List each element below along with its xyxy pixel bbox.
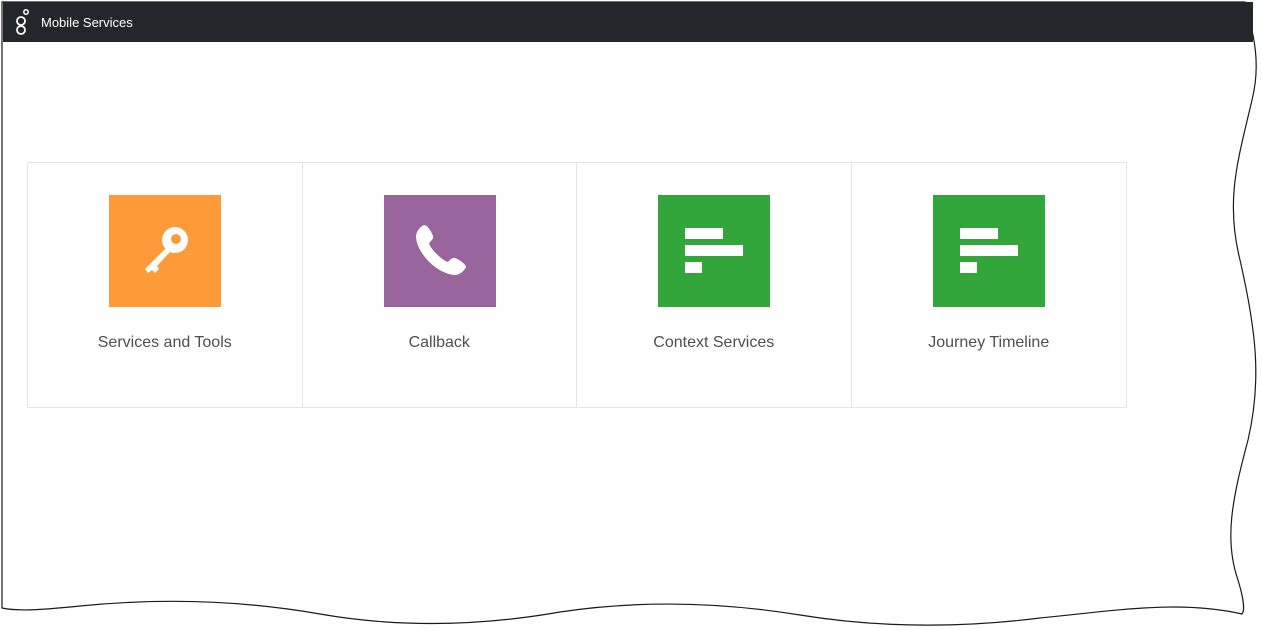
- tile-icon-box: [109, 195, 221, 307]
- top-bar: Mobile Services: [3, 2, 1253, 42]
- tile-label: Context Services: [653, 334, 775, 351]
- tile-context-services[interactable]: Context Services: [577, 163, 852, 407]
- bars-icon: [959, 228, 1018, 273]
- tile-callback[interactable]: Callback: [303, 163, 577, 407]
- tile-label: Callback: [408, 334, 470, 351]
- key-icon: [145, 227, 188, 273]
- tile-label: Services and Tools: [97, 334, 232, 351]
- service-tiles: Services and Tools Callback Context Serv…: [27, 162, 1127, 408]
- app-title: Mobile Services: [41, 14, 133, 30]
- tile-icon-box: [658, 195, 770, 307]
- tile-icon-box: [932, 195, 1045, 307]
- page-frame: Mobile Services Services and Tools Callb…: [0, 0, 1262, 630]
- phone-icon: [415, 225, 466, 275]
- tile-services-and-tools[interactable]: Services and Tools: [28, 163, 303, 407]
- genesys-logo-icon[interactable]: [14, 7, 30, 37]
- tile-label: Journey Timeline: [928, 334, 1050, 351]
- bars-icon: [685, 228, 743, 273]
- tile-icon-box: [383, 195, 496, 307]
- tile-journey-timeline[interactable]: Journey Timeline: [852, 163, 1127, 407]
